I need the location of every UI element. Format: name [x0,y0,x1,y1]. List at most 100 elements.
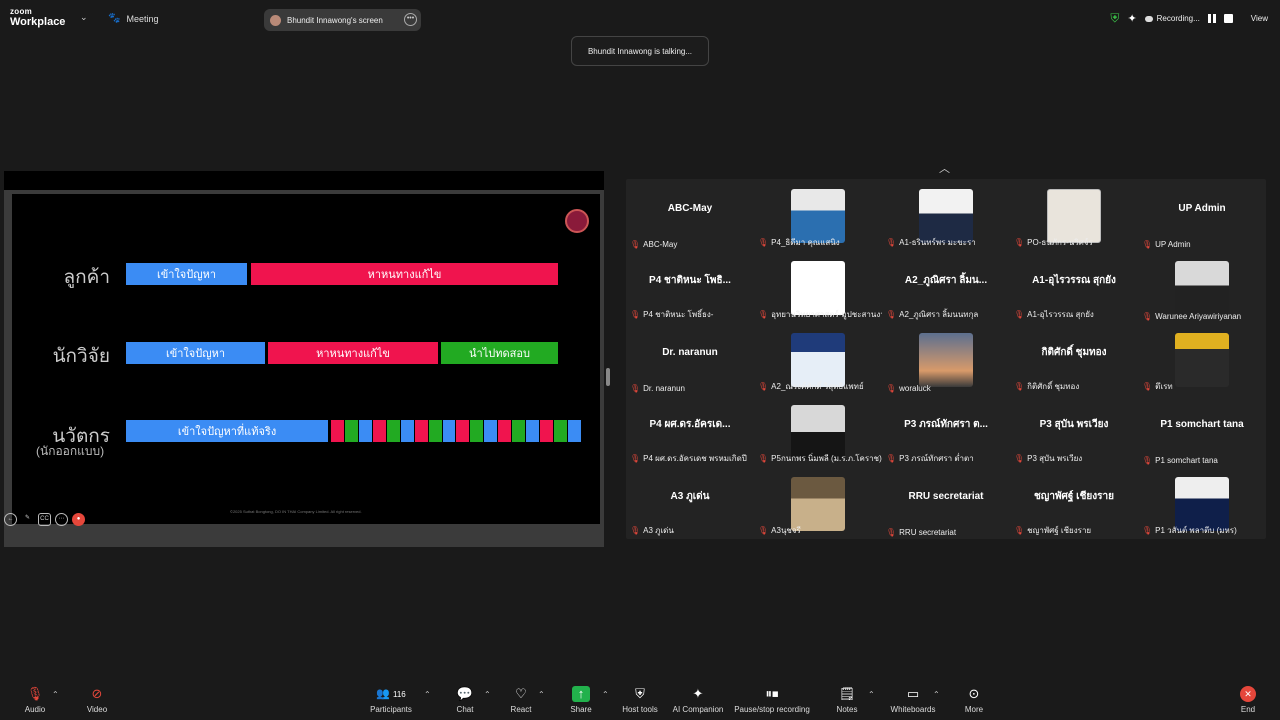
participant-tile[interactable]: 🎙 A2_ณรงค์ศักดิ์ วิสุทธิแพทย์ [754,323,882,395]
participant-tile[interactable]: A1-อุไรวรรณ สุกยัง 🎙 A1-อุไรวรรณ สุกยัง [1010,251,1138,323]
participant-tile[interactable]: 🎙 A1-ธรินทร์พร มะขะรา [882,179,1010,251]
participant-name: woraluck [899,384,931,393]
whiteboards-label: Whiteboards [890,705,936,714]
view-button[interactable]: View [1251,14,1268,23]
pause-stop-icon: ⏸⏹ [765,686,779,701]
react-caret[interactable]: ⌃ [538,690,545,699]
participant-tile[interactable]: 🎙 ตึเรท [1138,323,1266,395]
pause-recording-label: Pause/stop recording [734,705,810,714]
participant-tile[interactable]: ABC-May 🎙 ABC-May [626,179,754,251]
mic-muted-icon: 🎙 [1014,526,1025,535]
participant-tile[interactable]: 🎙 P5กนกพร นิ่มพลี (ม.ร.ภ.โคราช) [754,395,882,467]
more-button[interactable]: ⊙ More [962,686,986,714]
back-arrow-icon[interactable]: ← [4,513,17,526]
participant-tile[interactable]: P4 ชาติหนะ โพธิ... 🎙 P4 ชาติหนะ โพธิ์ธง- [626,251,754,323]
notes-label: Notes [836,705,858,714]
avatar [270,14,281,26]
participant-caption: 🎙 A1-อุไรวรรณ สุกยัง [1014,308,1138,321]
participant-caption: 🎙 ตึเรท [1142,380,1266,393]
cloud-icon [1144,15,1153,22]
whiteboards-button[interactable]: ▭ Whiteboards [888,686,938,714]
ai-companion-button[interactable]: ✦ AI Companion [671,686,725,714]
ai-companion-label: AI Companion [672,705,724,714]
participant-tile[interactable]: กิติศักดิ์ ชุมทอง 🎙 กิติศักดิ์ ชุมทอง [1010,323,1138,395]
participant-caption: 🎙 กิติศักดิ์ ชุมทอง [1014,380,1138,393]
participant-tile[interactable]: 🎙 PO-ธนภักร-นวิศจ์ร [1010,179,1138,251]
participant-tile[interactable]: 🎙 P4_ธิดีมา คุณแสนิง [754,179,882,251]
shield-check-icon[interactable]: ⛨ [1110,11,1119,26]
chat-icon: 💬 [456,686,474,701]
participant-tile[interactable]: P3 ภรณ์ทักศรา ต... 🎙 P3 ภรณ์ทักศรา ต่ำตา [882,395,1010,467]
participant-tile[interactable]: RRU secretariat 🎙 RRU secretariat [882,467,1010,539]
captions-icon[interactable]: CC [38,513,51,526]
participant-tile[interactable]: P3 สุบัน พรเวียง 🎙 P3 สุบัน พรเวียง [1010,395,1138,467]
chat-button[interactable]: 💬 Chat [453,686,477,714]
stop-recording-icon[interactable] [1223,14,1233,23]
notes-button[interactable]: 🗒 Notes [835,686,859,714]
share-caret[interactable]: ⌃ [602,690,609,699]
participant-tile[interactable]: 🎙 woraluck [882,323,1010,395]
participant-name: P4_ธิดีมา คุณแสนิง [771,238,840,247]
recording-label: Recording... [1156,14,1200,23]
participant-tile[interactable]: 🎙 อุทยานวิทยาศาสตร์-มูปชะสานงาน [754,251,882,323]
pause-stop-recording-button[interactable]: ⏸⏹ Pause/stop recording [732,686,812,714]
participant-tile[interactable]: ชญาพัศฐ์ เชียงราย 🎙 ชญาพัศฐ์ เชียงราย [1010,467,1138,539]
participant-caption: 🎙 P1 วสันต์ พลาตีบ (มหร) [1142,524,1266,537]
slide-box: หาหนทางแก้ไข [268,342,438,364]
participant-tile[interactable]: A2_ภูณิศรา ลิ้มน... 🎙 A2_ภูณิศรา ลิ้มนนทกุ… [882,251,1010,323]
more-icon[interactable]: ⋯ [55,513,68,526]
participant-video [791,261,845,315]
host-tools-label: Host tools [622,705,658,714]
slide-box: เข้าใจปัญหาที่แท้จริง [126,420,328,442]
pause-recording-icon[interactable] [1207,14,1216,23]
react-button[interactable]: ♡ React [508,686,534,714]
end-button[interactable]: ✕ End [1238,686,1258,714]
split-resize-handle[interactable] [606,368,610,386]
participant-tile[interactable]: P4 ผศ.ดร.อัครเด... 🎙 P4 ผศ.ดร.อัครเดช พรหม… [626,395,754,467]
participant-name: A1-อุไรวรรณ สุกยัง [1027,310,1094,319]
video-button[interactable]: ⊘ Video [84,686,110,714]
participant-name: Dr. naranun [643,384,685,393]
audio-button[interactable]: 🎙 Audio [22,686,48,714]
mic-muted-icon: 🎙 [886,528,897,537]
participant-tile[interactable]: P1 somchart tana 🎙 P1 somchart tana [1138,395,1266,467]
zoom-workplace-logo[interactable]: zoom Workplace [10,8,65,28]
row-sublabel-designer: (นักออกแบบ) [36,444,105,458]
logo-line1: zoom [10,7,33,16]
participants-label: Participants [370,705,412,714]
participant-name: PO-ธนภักร-นวิศจ์ร [1027,238,1093,247]
mic-muted-icon: 🎙 [630,526,641,535]
more-options-icon[interactable]: ••• [404,13,417,26]
participant-tile[interactable]: 🎙 A3นุชจรี [754,467,882,539]
close-icon: ✕ [1240,686,1256,702]
ai-sparkle-icon[interactable]: ✦ [1127,12,1136,25]
participant-tile[interactable]: 🎙 Warunee Ariyawiriyanan [1138,251,1266,323]
participant-caption: 🎙 P3 ภรณ์ทักศรา ต่ำตา [886,452,1010,465]
share-button[interactable]: ↑ Share [569,686,593,714]
participant-tile[interactable]: UP Admin 🎙 UP Admin [1138,179,1266,251]
participant-name: A3นุชจรี [771,526,801,535]
notes-caret[interactable]: ⌃ [868,690,875,699]
host-tools-button[interactable]: ⛨ Host tools [620,686,660,714]
chevron-up-icon[interactable]: ︿ [939,160,950,176]
participant-caption: 🎙 ABC-May [630,240,754,249]
participant-tile[interactable]: Dr. naranun 🎙 Dr. naranun [626,323,754,395]
chat-caret[interactable]: ⌃ [484,690,491,699]
whiteboards-caret[interactable]: ⌃ [933,690,940,699]
audio-options-caret[interactable]: ⌃ [52,690,59,699]
chevron-down-icon[interactable]: ⌄ [80,12,88,23]
recording-indicator[interactable]: Recording... [1144,14,1200,23]
participant-name: A2_ภูณิศรา ลิ้มนนทกุล [899,310,979,319]
meeting-button[interactable]: 🐾 Meeting [108,13,158,24]
shared-screen-pill[interactable]: Bhundit Innawong's screen ••• [264,9,421,31]
participants-caret[interactable]: ⌃ [424,690,431,699]
stop-share-icon[interactable]: ● [72,513,85,526]
participant-name: P1 วสันต์ พลาตีบ (มหร) [1155,526,1237,535]
mic-muted-icon: 🎙 [630,240,641,249]
participant-tile[interactable]: 🎙 P1 วสันต์ พลาตีบ (มหร) [1138,467,1266,539]
participants-button[interactable]: 👥 116 Participants [368,686,414,714]
pen-icon[interactable]: ✎ [21,513,34,526]
participant-tile[interactable]: A3 ภูเด่น 🎙 A3 ภูเด่น [626,467,754,539]
mic-muted-icon: 🎙 [26,686,44,701]
mic-muted-icon: 🎙 [1014,454,1025,463]
